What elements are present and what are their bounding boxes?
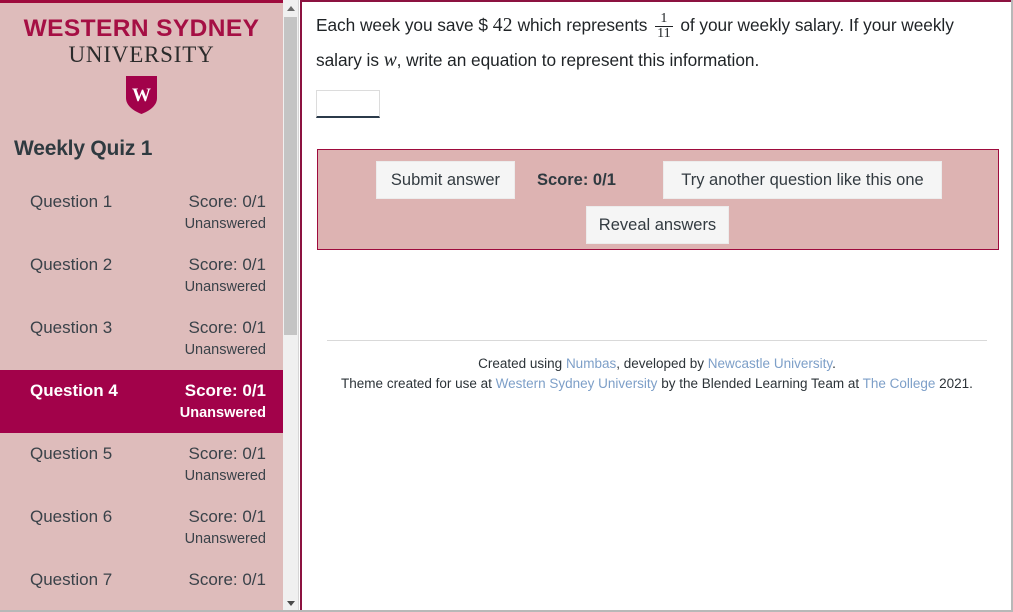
footer-text-year: 2021. xyxy=(935,376,973,391)
sidebar-item-question-6[interactable]: Question 6 Score: 0/1 Unanswered xyxy=(0,496,283,559)
fraction-one-eleventh: 1 11 xyxy=(655,11,673,42)
question-label: Question 3 xyxy=(30,318,113,338)
question-score: Score: 0/1 xyxy=(184,381,266,401)
score-label: Score: 0/1 xyxy=(537,171,616,189)
svg-text:W: W xyxy=(132,85,151,106)
numbas-quiz-app: WESTERN SYDNEY UNIVERSITY W Weekly Quiz … xyxy=(0,0,1013,612)
question-label: Question 2 xyxy=(30,255,113,275)
western-sydney-university-link[interactable]: Western Sydney University xyxy=(496,376,658,391)
footer-text-period-1: . xyxy=(832,356,836,371)
question-score: Score: 0/1 xyxy=(188,318,267,338)
question-status: Unanswered xyxy=(184,468,266,485)
question-list: Question 1 Score: 0/1 Unanswered Question 2… xyxy=(0,181,283,610)
submit-answer-button[interactable]: Submit answer xyxy=(376,161,515,199)
question-variable-w: w xyxy=(383,50,397,71)
question-status: Unanswered xyxy=(179,405,266,422)
logo-wrap: W xyxy=(0,75,283,115)
sidebar-item-question-3[interactable]: Question 3 Score: 0/1 Unanswered xyxy=(0,307,283,370)
sidebar-item-question-4[interactable]: Question 4 Score: 0/1 Unanswered xyxy=(0,370,283,434)
scrollbar-thumb[interactable] xyxy=(284,17,297,335)
action-panel: Submit answer Score: 0/1 Try another que… xyxy=(317,149,999,250)
question-score: Score: 0/1 xyxy=(188,192,267,212)
numbas-link[interactable]: Numbas xyxy=(566,356,616,371)
newcastle-university-link[interactable]: Newcastle University xyxy=(708,356,832,371)
footer-line-2: Theme created for use at Western Sydney … xyxy=(327,374,987,394)
sidebar: WESTERN SYDNEY UNIVERSITY W Weekly Quiz … xyxy=(0,0,283,610)
quiz-title: Weekly Quiz 1 xyxy=(14,137,153,161)
question-statement: Each week you save $ 42 which represents… xyxy=(316,8,995,78)
question-label: Question 1 xyxy=(30,192,113,212)
sidebar-item-question-1[interactable]: Question 1 Score: 0/1 Unanswered xyxy=(0,181,283,244)
try-another-question-button[interactable]: Try another question like this one xyxy=(663,161,942,199)
sidebar-item-question-5[interactable]: Question 5 Score: 0/1 Unanswered xyxy=(0,433,283,496)
footer-text-blended-learning: by the Blended Learning Team at xyxy=(657,376,863,391)
question-label: Question 6 xyxy=(30,507,113,527)
question-score: Score: 0/1 xyxy=(188,570,267,590)
reveal-answers-button[interactable]: Reveal answers xyxy=(586,206,729,244)
question-score: Score: 0/1 xyxy=(188,255,267,275)
main-content: Each week you save $ 42 which represents… xyxy=(300,0,1011,610)
footer-text-theme-created: Theme created for use at xyxy=(341,376,496,391)
the-college-link[interactable]: The College xyxy=(863,376,936,391)
question-label: Question 7 xyxy=(30,570,113,590)
question-score: Score: 0/1 xyxy=(188,444,267,464)
question-text-part-2: which represents xyxy=(517,15,648,35)
question-status: Unanswered xyxy=(184,279,266,296)
answer-input[interactable] xyxy=(316,90,380,118)
footer-line-1: Created using Numbas, developed by Newca… xyxy=(327,354,987,374)
scroll-down-arrow-icon[interactable] xyxy=(283,595,298,610)
question-label: Question 5 xyxy=(30,444,113,464)
question-score: Score: 0/1 xyxy=(188,507,267,527)
brand-line-2: UNIVERSITY xyxy=(68,41,215,67)
footer-text-created-using: Created using xyxy=(478,356,566,371)
question-label: Question 4 xyxy=(30,381,118,401)
question-amount: 42 xyxy=(492,15,513,36)
sidebar-item-question-2[interactable]: Question 2 Score: 0/1 Unanswered xyxy=(0,244,283,307)
fraction-numerator: 1 xyxy=(660,11,668,26)
question-text-part-1: Each week you save $ xyxy=(316,15,488,35)
brand-header: WESTERN SYDNEY UNIVERSITY W xyxy=(0,3,283,115)
question-status: Unanswered xyxy=(184,342,266,359)
answer-row xyxy=(316,90,1011,118)
footer-divider xyxy=(327,340,987,341)
wsu-shield-icon: W xyxy=(125,75,158,115)
footer-text-developed-by: , developed by xyxy=(616,356,708,371)
question-text-part-4: , write an equation to represent this in… xyxy=(396,50,760,70)
scroll-up-arrow-icon[interactable] xyxy=(283,0,298,17)
question-status: Unanswered xyxy=(184,216,266,233)
sidebar-scrollbar[interactable] xyxy=(283,0,299,610)
fraction-denominator: 11 xyxy=(655,26,673,42)
question-status: Unanswered xyxy=(184,531,266,548)
footer: Created using Numbas, developed by Newca… xyxy=(327,340,987,394)
sidebar-item-question-7[interactable]: Question 7 Score: 0/1 xyxy=(0,559,283,610)
brand-line-1: WESTERN SYDNEY xyxy=(23,15,260,42)
